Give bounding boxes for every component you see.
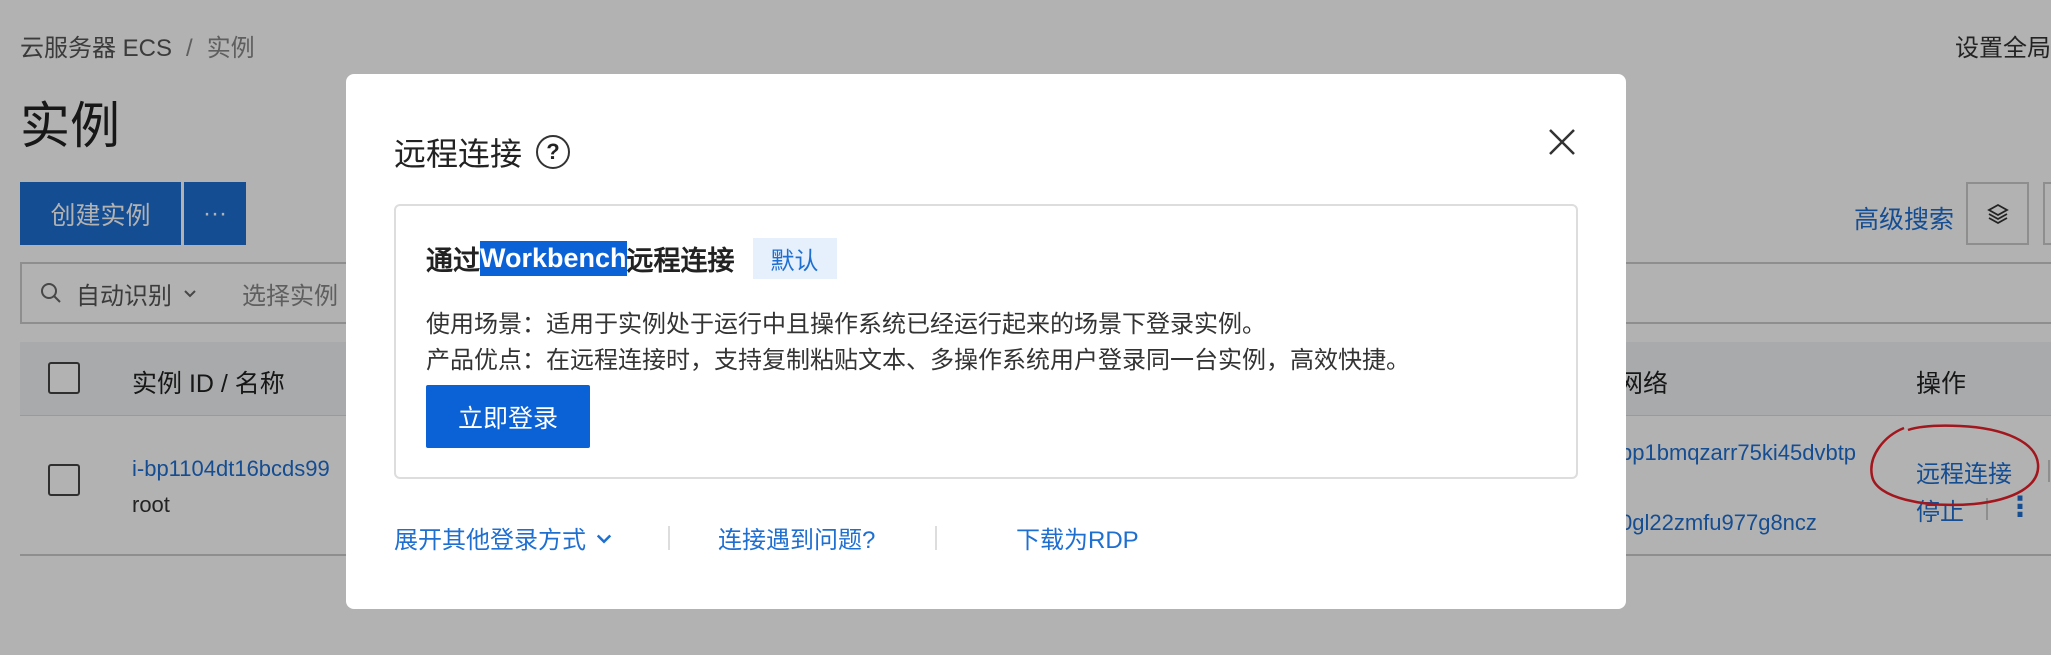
download-rdp-link[interactable]: 下载为RDP [1016, 520, 1139, 555]
remote-connect-dialog: 远程连接 ? 通过 Workbench 远程连接 默认 使用场景：适用于实例处于运行… [346, 74, 1626, 609]
expand-other-methods-link[interactable]: 展开其他登录方式 [394, 520, 614, 555]
card-title-prefix: 通过 [426, 246, 480, 276]
workbench-option-card: 通过 Workbench 远程连接 默认 使用场景：适用于实例处于运行中且操作系统已… [394, 204, 1578, 479]
dialog-title: 远程连接 ? [394, 129, 571, 175]
default-badge: 默认 [752, 238, 837, 279]
usage-scenario-text: 使用场景：适用于实例处于运行中且操作系统已经运行起来的场景下登录实例。 [426, 311, 1266, 338]
card-title-highlight: Workbench [480, 241, 627, 276]
footer-divider [935, 526, 937, 550]
dialog-title-text: 远程连接 [394, 136, 523, 172]
login-now-button[interactable]: 立即登录 [426, 385, 590, 448]
chevron-down-icon [596, 534, 612, 544]
card-title-suffix: 远程连接 [626, 246, 735, 276]
product-advantage-text: 产品优点：在远程连接时，支持复制粘贴文本、多操作系统用户登录同一台实例，高效快捷… [426, 347, 1410, 374]
card-title: 通过 Workbench 远程连接 默认 [426, 238, 837, 279]
help-icon[interactable]: ? [536, 135, 571, 169]
footer-divider [668, 526, 670, 550]
connection-trouble-link[interactable]: 连接遇到问题? [718, 520, 875, 555]
close-icon[interactable] [1544, 124, 1580, 160]
expand-other-methods-label: 展开其他登录方式 [394, 527, 586, 554]
